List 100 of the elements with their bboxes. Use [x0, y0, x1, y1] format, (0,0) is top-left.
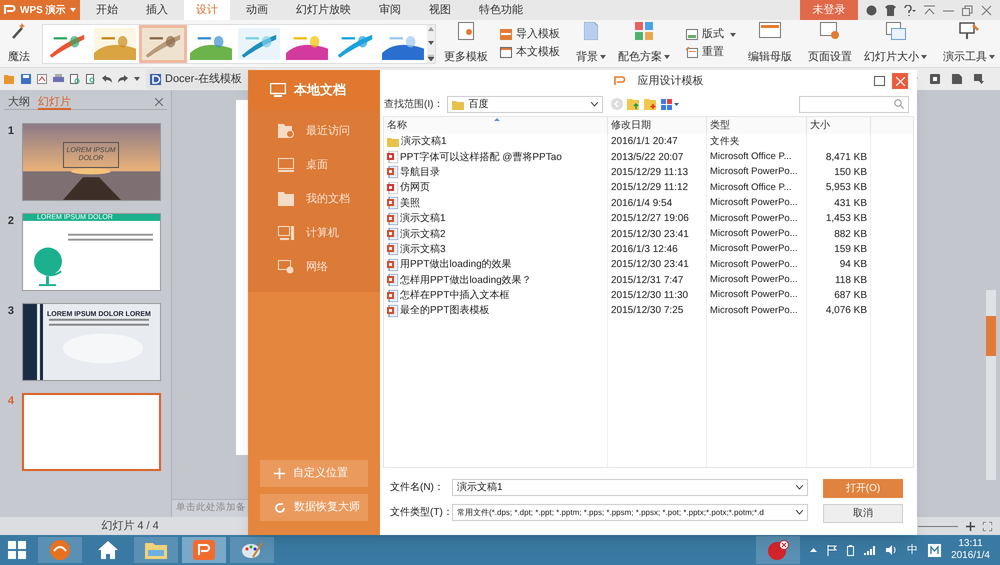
menu-tab[interactable]: 动画 [234, 0, 280, 20]
column-header[interactable]: 类型 [707, 117, 807, 134]
file-type: Microsoft PowerPo... [709, 273, 799, 288]
file-row[interactable]: 演示文稿1 2015/12/27 19:06 Microsoft PowerPo... 1,453 KB [384, 210, 913, 226]
undo-icon[interactable] [102, 75, 112, 83]
scroll-down-icon[interactable] [428, 40, 434, 44]
menu-tab[interactable]: 开始 [84, 0, 130, 20]
clock[interactable]: 13:11 2016/1/4 [951, 538, 990, 562]
print-icon[interactable] [53, 74, 64, 84]
print-preview-icon[interactable] [70, 74, 80, 84]
taskbar-app[interactable] [134, 537, 178, 563]
document-icon[interactable] [952, 74, 962, 84]
presentation-file-icon [387, 151, 398, 164]
taskbar-app[interactable] [38, 537, 82, 563]
file-row[interactable]: 美照 2016/1/4 9:54 Microsoft PowerPo... 431 KB [384, 196, 913, 211]
file-name-label: 文件名(N)： [390, 480, 445, 495]
template-thumbnail[interactable] [139, 24, 187, 62]
presentation-file-icon [387, 290, 398, 302]
file-row[interactable]: 演示文稿3 2016/1/3 12:46 Microsoft PowerPo... 159 KB [384, 242, 913, 258]
show-hidden-icons-icon[interactable] [810, 548, 818, 552]
shirt-icon[interactable] [885, 4, 896, 16]
layout-button[interactable]: 版式 [682, 26, 740, 44]
background-button[interactable]: 背景 [572, 22, 610, 66]
reset-button[interactable]: 重置 [682, 44, 740, 62]
collapse-ribbon-icon[interactable] [924, 4, 935, 16]
flag-icon[interactable] [827, 544, 838, 556]
file-date: 2015/12/27 19:06 [610, 212, 690, 226]
file-date: 2015/12/30 23:41 [610, 228, 690, 242]
menu-tab[interactable]: 视图 [417, 0, 463, 20]
presenter-tools-button[interactable]: 演示工具 [939, 22, 999, 66]
page-setup-button[interactable]: 页面设置 [804, 22, 856, 66]
slide-thumbnail[interactable] [22, 393, 161, 471]
close-icon[interactable] [981, 4, 992, 16]
magic-button[interactable]: 魔法 [4, 22, 34, 66]
import-template-button[interactable]: 导入模板 [496, 26, 564, 44]
recent-folder-icon [278, 124, 294, 138]
menu-tab[interactable]: 幻灯片放映 [284, 0, 363, 20]
note-icon[interactable] [930, 74, 940, 84]
docer-tab[interactable]: Docer-在线模板 [146, 69, 256, 89]
file-row[interactable]: 最全的PPT图表模板 2015/12/30 7:25 Microsoft PowerPo... 4,076 KB [384, 303, 913, 319]
file-row[interactable]: PPT字体可以这样搭配 @曹将PPTao 2013/5/22 20:07 Microsoft Office P... 8,471 KB [384, 149, 913, 165]
taskbar-app[interactable] [756, 536, 800, 564]
caret-icon[interactable] [134, 77, 140, 81]
caret-icon [989, 55, 995, 60]
slide-size-button[interactable]: 幻灯片大小 [860, 22, 931, 66]
this-template-button[interactable]: 本文模板 [496, 44, 564, 62]
menu-tab[interactable]: 特色功能 [467, 0, 535, 20]
help-icon[interactable] [904, 4, 916, 16]
up-folder-icon[interactable] [627, 98, 640, 110]
battery-icon[interactable] [847, 544, 854, 556]
file-row[interactable]: 演示文稿1 2016/1/1 20:47 文件夹 [384, 134, 913, 150]
presentation-file-icon [387, 258, 398, 271]
plus-icon [274, 468, 285, 479]
cancel-button[interactable]: 取消 [823, 504, 903, 523]
file-type-dropdown[interactable]: 常用文件(*.dps; *.dpt; *.ppt; *.pptm; *.pps; *.ppsm; *.ppsx; *.pot; *.pptx;*.potx;*.potm;*.d [452, 504, 808, 521]
redo-icon[interactable] [118, 75, 128, 83]
edit-master-button[interactable]: 编辑母版 [744, 22, 796, 66]
expand-gallery-icon[interactable] [428, 54, 434, 60]
close-button[interactable] [892, 73, 908, 89]
save-icon[interactable] [21, 74, 31, 84]
home-icon [98, 541, 118, 559]
file-type: Microsoft PowerPo... [709, 288, 799, 302]
menu-tab[interactable]: 审阅 [367, 0, 413, 20]
search-field[interactable] [799, 96, 909, 112]
feedback-icon[interactable] [866, 4, 877, 16]
volume-icon[interactable] [886, 545, 898, 555]
close-icon[interactable] [155, 98, 163, 106]
column-header[interactable]: 修改日期 [608, 117, 707, 134]
view-options-icon[interactable] [661, 98, 680, 110]
file-row[interactable]: 演示文稿2 2015/12/30 23:41 Microsoft PowerPo... 882 KB [384, 226, 913, 242]
keyboard-layout-icon[interactable] [928, 544, 942, 556]
dropdown-icon[interactable] [974, 74, 984, 84]
new-folder-icon[interactable] [644, 98, 658, 110]
scroll-up-icon[interactable] [428, 26, 434, 30]
fit-window-icon[interactable] [983, 522, 992, 530]
menu-tab[interactable]: 插入 [134, 0, 180, 20]
scrollbar[interactable] [986, 290, 996, 480]
column-header[interactable]: 大小 [807, 117, 871, 134]
signal-icon[interactable] [864, 545, 876, 555]
file-row[interactable]: 导航目录 2015/12/29 11:13 Microsoft PowerPo... 150 KB [384, 164, 913, 180]
document-search-icon[interactable] [86, 74, 96, 84]
more-templates-button[interactable]: 更多模板 [440, 22, 492, 66]
maximize-icon[interactable] [874, 76, 885, 86]
windows-start-icon[interactable] [8, 541, 26, 559]
look-in-dropdown[interactable]: 百度 [447, 96, 604, 112]
window-icon [500, 47, 512, 58]
input-method-indicator[interactable]: 中 [907, 542, 918, 558]
file-row[interactable]: 用PPT做出loading的效果 2015/12/30 23:41 Microsoft PowerPo... 94 KB [384, 257, 913, 273]
taskbar-app[interactable] [230, 537, 274, 563]
file-row[interactable]: 怎样用PPT做出loading效果？ 2015/12/31 7:47 Microsoft PowerPo... 118 KB [384, 272, 913, 288]
scroll-thumb[interactable] [986, 316, 996, 356]
pdf-export-icon[interactable] [37, 74, 47, 84]
file-row[interactable]: 怎样在PPT中插入文本框 2015/12/30 11:30 Microsoft PowerPo... 687 KB [384, 288, 913, 304]
zoom-in-icon[interactable] [966, 522, 975, 530]
restore-icon[interactable] [962, 4, 973, 16]
color-scheme-button[interactable]: 配色方案 [614, 22, 674, 66]
panel-tab[interactable]: 大纲 [8, 94, 30, 110]
taskbar-app[interactable] [182, 537, 226, 563]
file-name-field[interactable]: 演示文稿1 [452, 479, 808, 496]
file-row[interactable]: 仿网页 2015/12/29 11:12 Microsoft Office P... 5,953 KB [384, 180, 913, 196]
